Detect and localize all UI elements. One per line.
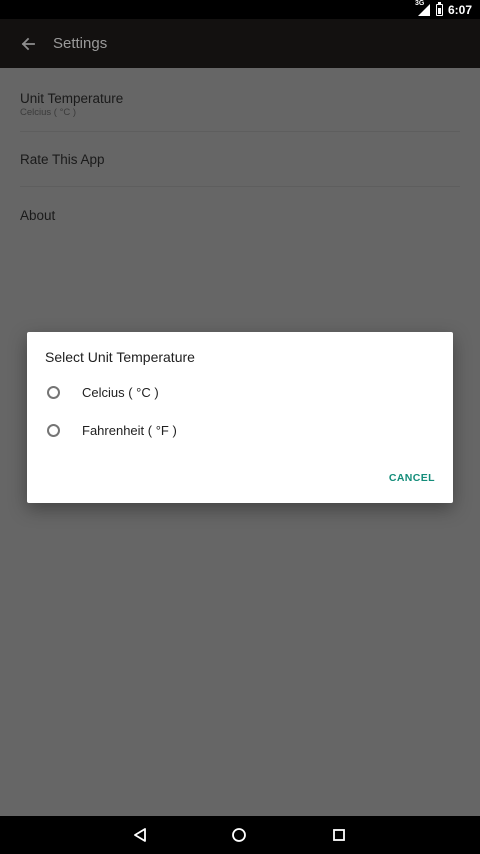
cancel-button[interactable]: CANCEL	[389, 472, 435, 484]
nav-recents-icon[interactable]	[333, 829, 345, 841]
status-bar: 3G 6:07	[0, 0, 480, 19]
unit-temperature-dialog: Select Unit Temperature Celcius ( °C ) F…	[27, 332, 453, 503]
setting-title: About	[20, 208, 56, 223]
arrow-back-icon[interactable]	[20, 36, 36, 52]
setting-unit-temperature[interactable]: Unit Temperature Celcius ( °C )	[0, 68, 480, 132]
setting-subtitle: Celcius ( °C )	[20, 107, 77, 118]
nav-back-icon[interactable]	[133, 828, 147, 842]
app-bar: Settings	[0, 19, 480, 68]
page-title: Settings	[53, 35, 108, 52]
dialog-title: Select Unit Temperature	[45, 349, 195, 365]
status-icons: 3G 6:07	[415, 0, 472, 17]
option-celcius[interactable]: Celcius ( °C )	[45, 380, 159, 404]
cell-signal-icon: 3G	[415, 0, 431, 17]
option-label: Celcius ( °C )	[82, 384, 159, 400]
option-fahrenheit[interactable]: Fahrenheit ( °F )	[45, 418, 177, 442]
setting-rate-app[interactable]: Rate This App	[0, 132, 480, 187]
settings-list: Unit Temperature Celcius ( °C ) Rate Thi…	[0, 68, 480, 242]
setting-title: Rate This App	[20, 152, 105, 167]
setting-title: Unit Temperature	[20, 91, 124, 106]
option-label: Fahrenheit ( °F )	[82, 422, 177, 438]
navigation-bar	[0, 816, 480, 854]
setting-about[interactable]: About	[0, 187, 480, 242]
radio-button-icon[interactable]	[47, 423, 60, 437]
status-time: 6:07	[447, 2, 472, 17]
radio-button-icon[interactable]	[47, 385, 60, 399]
battery-icon	[435, 1, 443, 16]
nav-home-icon[interactable]	[231, 827, 247, 843]
